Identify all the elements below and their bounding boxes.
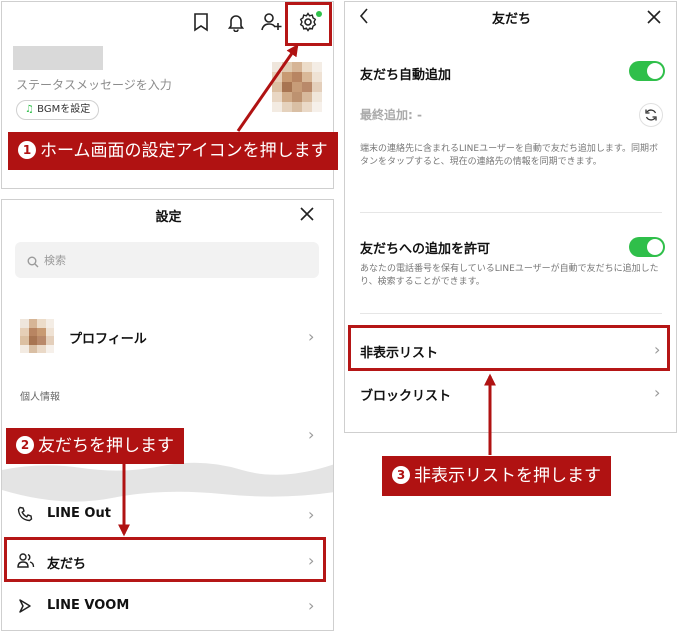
- step-number-1: 1: [18, 141, 36, 159]
- voom-icon: [18, 598, 32, 618]
- allow-add-description: あなたの電話番号を保有しているLINEユーザーが自動で友だちに追加したり、検索す…: [360, 264, 659, 287]
- search-input[interactable]: 検索: [15, 242, 319, 278]
- phone-icon: [17, 506, 33, 526]
- search-icon: [27, 253, 39, 272]
- status-message-input[interactable]: ステータスメッセージを入力: [16, 76, 172, 93]
- avatar[interactable]: [272, 62, 322, 112]
- section-personal-info: 個人情報: [20, 392, 60, 403]
- page-title: 設定: [155, 210, 182, 225]
- callout-step-2: 2 友だちを押します: [6, 428, 184, 464]
- block-list-row[interactable]: ブロックリスト: [360, 385, 451, 404]
- highlight-friends-row: [4, 537, 326, 582]
- chevron-right-icon: ›: [654, 383, 661, 402]
- tutorial-composite: ステータスメッセージを入力 ♫ BGMを設定 設定 検索 プロフィール › 個人…: [0, 0, 678, 633]
- step-number-3: 3: [392, 466, 410, 484]
- step-number-2: 2: [16, 436, 34, 454]
- callout-step-3: 3 非表示リストを押します: [382, 456, 611, 496]
- sync-button[interactable]: [639, 103, 663, 127]
- allow-add-toggle[interactable]: [629, 237, 665, 257]
- bgm-label: BGMを設定: [37, 104, 91, 115]
- bookmark-icon[interactable]: [192, 12, 210, 36]
- chevron-right-icon: ›: [308, 425, 315, 444]
- refresh-icon: [645, 109, 657, 121]
- close-icon[interactable]: [300, 206, 314, 225]
- bgm-button[interactable]: ♫ BGMを設定: [16, 100, 100, 120]
- close-icon[interactable]: [647, 9, 661, 28]
- settings-item-line-voom[interactable]: LINE VOOM: [47, 598, 129, 613]
- search-placeholder: 検索: [44, 254, 66, 267]
- auto-add-toggle[interactable]: [629, 61, 665, 81]
- allow-add-label: 友だちへの追加を許可: [360, 242, 491, 257]
- bell-icon[interactable]: [226, 12, 246, 36]
- highlight-hidden-list: [348, 325, 670, 371]
- settings-item-line-out[interactable]: LINE Out: [47, 506, 111, 521]
- chevron-right-icon: ›: [308, 505, 315, 524]
- profile-name-redacted: [13, 46, 103, 70]
- callout-step-1: 1 ホーム画面の設定アイコンを押します: [8, 132, 338, 170]
- divider: [360, 313, 662, 314]
- profile-avatar: [20, 319, 54, 353]
- auto-add-label: 友だち自動追加: [360, 68, 452, 83]
- music-note-icon: ♫: [25, 104, 34, 115]
- add-friend-icon[interactable]: [261, 12, 283, 36]
- last-added-label: 最終追加: -: [360, 108, 422, 122]
- callout-text-1: ホーム画面の設定アイコンを押します: [40, 141, 328, 161]
- auto-add-description: 端末の連絡先に含まれるLINEユーザーを自動で友だち追加します。同期ボタンをタッ…: [360, 144, 659, 167]
- highlight-gear-icon: [285, 2, 332, 46]
- chevron-right-icon: ›: [308, 327, 315, 346]
- page-title: 友だち: [491, 12, 531, 27]
- chevron-right-icon: ›: [308, 596, 315, 615]
- divider: [360, 212, 662, 213]
- callout-text-3: 非表示リストを押します: [414, 466, 601, 486]
- callout-text-2: 友だちを押します: [38, 436, 174, 456]
- profile-row[interactable]: プロフィール: [69, 328, 147, 347]
